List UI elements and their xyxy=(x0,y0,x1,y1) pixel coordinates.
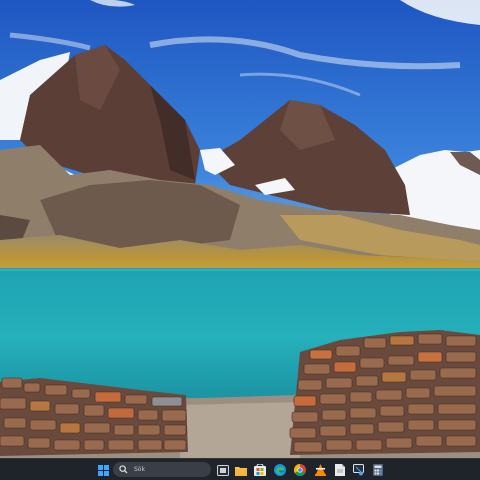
calculator-icon[interactable] xyxy=(371,463,385,477)
task-view-icon[interactable] xyxy=(216,463,230,477)
search-icon xyxy=(119,465,128,474)
document-icon[interactable] xyxy=(333,463,347,477)
snipping-tool-icon[interactable] xyxy=(352,463,366,477)
store-icon[interactable] xyxy=(253,463,267,477)
taskbar xyxy=(0,458,480,480)
taskbar-search-box[interactable] xyxy=(113,462,211,477)
search-input[interactable] xyxy=(134,466,204,473)
vlc-media-player-icon[interactable] xyxy=(313,463,327,477)
edge-browser-icon[interactable] xyxy=(273,463,287,477)
desktop[interactable] xyxy=(0,0,480,458)
chrome-browser-icon[interactable] xyxy=(293,463,307,477)
start-icon[interactable] xyxy=(96,463,110,477)
file-explorer-icon[interactable] xyxy=(234,463,248,477)
wallpaper xyxy=(0,0,480,458)
